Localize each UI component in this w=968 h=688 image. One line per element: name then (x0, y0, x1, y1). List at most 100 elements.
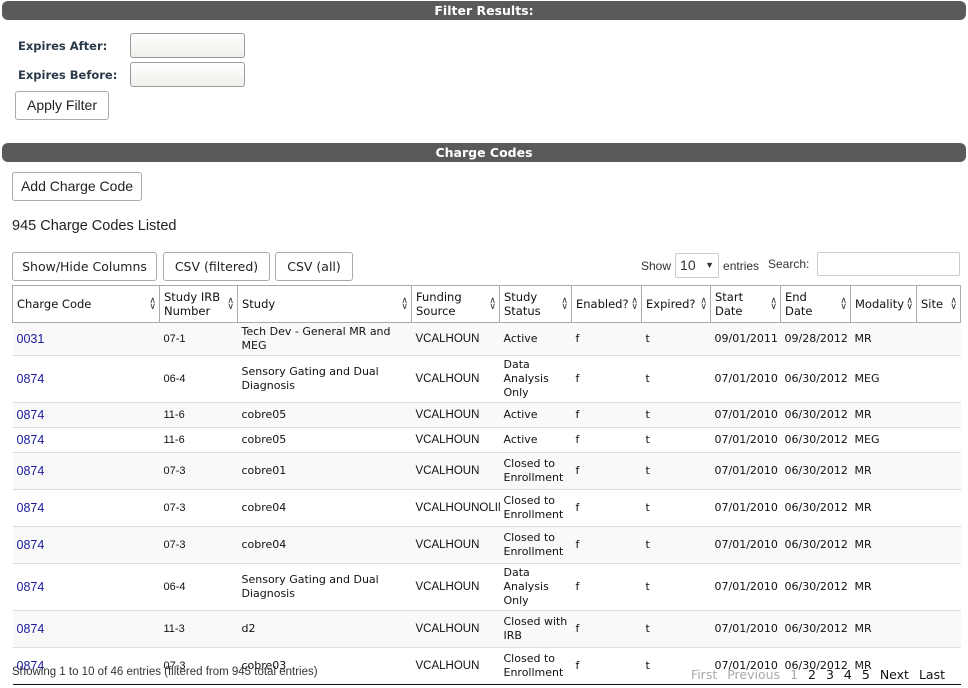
cell-study-status: Active (499, 402, 572, 428)
table-row[interactable]: 0874 11-3 d2 VCALHOUN Closed with IRB f t 07/01… (12, 610, 961, 648)
cell-study-status: Closed to Enrollment (499, 452, 572, 490)
cell-modality: MR (850, 322, 917, 356)
sort-both-icon[interactable]: ∧ ∨ (840, 297, 847, 312)
search-label: Search: (768, 257, 810, 271)
table-row[interactable]: 0874 07-3 cobre04 VCALHOUN Closed to Enrollm… (12, 526, 961, 564)
table-row[interactable]: 0874 06-4 Sensory Gating and Dual Diagnosi… (12, 563, 961, 611)
search-input[interactable] (817, 252, 961, 276)
table-row[interactable]: 0874 06-4 Sensory Gating and Dual Diagnosi… (12, 355, 961, 403)
cell-enabled: f (571, 402, 642, 428)
cell-expired: t (641, 563, 711, 611)
column-header-end-date[interactable]: End Date ∧ ∨ (780, 285, 851, 323)
cell-funding-source: VCALHOUN (411, 402, 500, 428)
cell-funding-source: VCALHOUNOLIN (411, 489, 500, 527)
cell-start-date: 09/01/2011 (710, 322, 781, 356)
charge-code-link[interactable]: 0874 (17, 538, 45, 552)
page-length-select[interactable]: 10 ▼ (675, 253, 720, 278)
sort-both-icon[interactable]: ∧ ∨ (227, 297, 234, 312)
cell-funding-source: VCALHOUN (411, 322, 500, 356)
cell-charge-code: 0874 (12, 563, 160, 611)
cell-modality: MR (850, 489, 917, 527)
cell-site (916, 355, 961, 403)
expires-after-input[interactable] (130, 33, 245, 58)
sort-both-icon[interactable]: ∧ ∨ (770, 297, 777, 312)
pagination-page-5[interactable]: 5 (857, 667, 875, 682)
apply-filter-button[interactable]: Apply Filter (15, 91, 109, 120)
table-row[interactable]: 0874 11-6 cobre05 VCALHOUN Active f t 07/01/201… (12, 427, 961, 453)
cell-study: Sensory Gating and Dual Diagnosis (237, 563, 412, 611)
cell-end-date: 06/30/2012 (780, 563, 851, 611)
sort-both-icon[interactable]: ∧ ∨ (561, 297, 568, 312)
cell-start-date: 07/01/2010 (710, 563, 781, 611)
csv-all-button[interactable]: CSV (all) (275, 252, 353, 281)
expires-before-label: Expires Before: (18, 68, 118, 82)
table-row[interactable]: 0874 07-3 cobre01 VCALHOUN Closed to Enrollm… (12, 452, 961, 490)
column-header-study-irb-number[interactable]: Study IRB Number ∧ ∨ (159, 285, 238, 323)
pagination-page-2[interactable]: 2 (803, 667, 821, 682)
sort-both-icon[interactable]: ∧ ∨ (489, 297, 496, 312)
cell-expired: t (641, 610, 711, 648)
table-row[interactable]: 0874 11-6 cobre05 VCALHOUN Active f t 07/01/201… (12, 402, 961, 428)
sort-both-icon[interactable]: ∧ ∨ (401, 297, 408, 312)
pagination-page-4[interactable]: 4 (839, 667, 857, 682)
cell-expired: t (641, 526, 711, 564)
csv-filtered-button[interactable]: CSV (filtered) (163, 252, 270, 281)
caret-down-icon: ▼ (705, 260, 715, 270)
charge-code-link[interactable]: 0874 (17, 433, 45, 447)
sort-both-icon[interactable]: ∧ ∨ (906, 297, 913, 312)
column-header-expired[interactable]: Expired? ∧ ∨ (641, 285, 711, 323)
sort-both-icon[interactable]: ∧ ∨ (700, 297, 707, 312)
table-row[interactable]: 0874 07-3 cobre04 VCALHOUNOLIN Closed to Enr… (12, 489, 961, 527)
charge-code-link[interactable]: 0874 (17, 464, 45, 478)
sort-both-icon[interactable]: ∧ ∨ (631, 297, 638, 312)
charge-code-link[interactable]: 0874 (17, 580, 45, 594)
pagination-previous[interactable]: Previous (722, 667, 785, 682)
expires-before-input[interactable] (130, 62, 245, 87)
table-row[interactable]: 0031 07-1 Tech Dev - General MR and MEG VCA… (12, 322, 961, 356)
cell-study-irb-number: 07-3 (159, 489, 238, 527)
column-header-start-date[interactable]: Start Date ∧ ∨ (710, 285, 781, 323)
column-header-study-status[interactable]: Study Status ∧ ∨ (499, 285, 572, 323)
cell-site (916, 427, 961, 453)
cell-modality: MR (850, 526, 917, 564)
cell-funding-source: VCALHOUN (411, 355, 500, 403)
charge-code-link[interactable]: 0874 (17, 622, 45, 636)
cell-study-status: Data Analysis Only (499, 563, 572, 611)
cell-enabled: f (571, 427, 642, 453)
charge-code-link[interactable]: 0874 (17, 501, 45, 515)
pagination-first[interactable]: First (686, 667, 722, 682)
cell-funding-source: VCALHOUN (411, 647, 500, 685)
cell-end-date: 06/30/2012 (780, 610, 851, 648)
pagination-last[interactable]: Last (914, 667, 950, 682)
cell-study: cobre05 (237, 402, 412, 428)
column-header-funding-source[interactable]: Funding Source ∧ ∨ (411, 285, 500, 323)
cell-funding-source: VCALHOUN (411, 610, 500, 648)
pagination-page-1[interactable]: 1 (785, 667, 803, 682)
pagination-page-3[interactable]: 3 (821, 667, 839, 682)
column-header-charge-code[interactable]: Charge Code ∧ ∨ (12, 285, 160, 323)
sort-both-icon[interactable]: ∧ ∨ (950, 297, 957, 312)
cell-study-status: Closed to Enrollment (499, 647, 572, 685)
column-header-site[interactable]: Site ∧ ∨ (916, 285, 961, 323)
cell-study: cobre01 (237, 452, 412, 490)
column-header-modality[interactable]: Modality ∧ ∨ (850, 285, 917, 323)
charge-code-link[interactable]: 0874 (17, 408, 45, 422)
table-header-row: Charge Code ∧ ∨ Study IRB Number ∧ ∨ Study ∧ ∨ Fu… (12, 285, 961, 323)
cell-study: Sensory Gating and Dual Diagnosis (237, 355, 412, 403)
cell-study: cobre05 (237, 427, 412, 453)
cell-start-date: 07/01/2010 (710, 402, 781, 428)
table-info: Showing 1 to 10 of 46 entries (filtered … (12, 666, 318, 678)
filter-results-header: Filter Results: (2, 1, 966, 20)
pagination-next[interactable]: Next (875, 667, 914, 682)
cell-funding-source: VCALHOUN (411, 427, 500, 453)
show-hide-columns-button[interactable]: Show/Hide Columns (12, 252, 157, 281)
sort-both-icon[interactable]: ∧ ∨ (149, 297, 156, 312)
column-header-enabled[interactable]: Enabled? ∧ ∨ (571, 285, 642, 323)
cell-end-date: 06/30/2012 (780, 402, 851, 428)
cell-site (916, 526, 961, 564)
add-charge-code-button[interactable]: Add Charge Code (12, 172, 142, 201)
column-header-label: Site (921, 297, 944, 311)
column-header-study[interactable]: Study ∧ ∨ (237, 285, 412, 323)
charge-code-link[interactable]: 0031 (17, 332, 45, 346)
charge-code-link[interactable]: 0874 (17, 372, 45, 386)
